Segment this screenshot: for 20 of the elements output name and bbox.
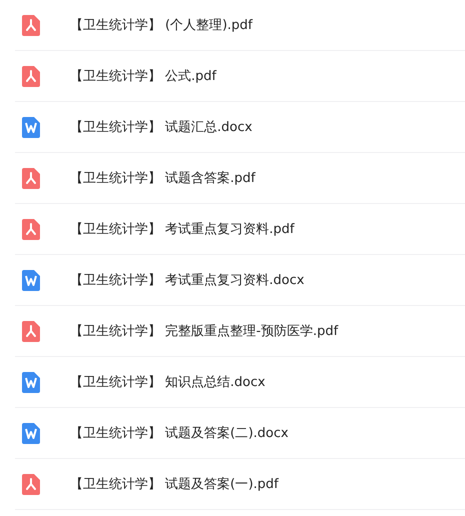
word-file-icon xyxy=(22,116,40,138)
file-name[interactable]: 【卫生统计学】 考试重点复习资料.docx xyxy=(70,271,304,289)
pdf-file-icon xyxy=(22,218,40,240)
word-file-icon xyxy=(22,372,40,392)
pdf-file-icon xyxy=(22,66,40,86)
file-name[interactable]: 【卫生统计学】 知识点总结.docx xyxy=(70,373,266,391)
pdf-file-icon xyxy=(22,168,40,188)
file-name[interactable]: 【卫生统计学】 试题汇总.docx xyxy=(70,118,252,136)
file-name[interactable]: 【卫生统计学】 试题及答案(二).docx xyxy=(70,424,288,442)
word-file-icon xyxy=(22,422,40,444)
file-name[interactable]: 【卫生统计学】 试题含答案.pdf xyxy=(70,169,256,187)
pdf-file-icon xyxy=(22,474,40,494)
word-file-icon xyxy=(22,270,40,290)
file-name[interactable]: 【卫生统计学】 完整版重点整理-预防医学.pdf xyxy=(70,322,338,340)
file-name[interactable]: 【卫生统计学】 考试重点复习资料.pdf xyxy=(70,220,294,238)
pdf-file-icon xyxy=(22,14,40,36)
file-name[interactable]: 【卫生统计学】 (个人整理).pdf xyxy=(70,16,252,34)
file-name[interactable]: 【卫生统计学】 试题及答案(一).pdf xyxy=(70,475,278,493)
pdf-file-icon xyxy=(22,320,40,342)
file-name[interactable]: 【卫生统计学】 公式.pdf xyxy=(70,67,216,85)
